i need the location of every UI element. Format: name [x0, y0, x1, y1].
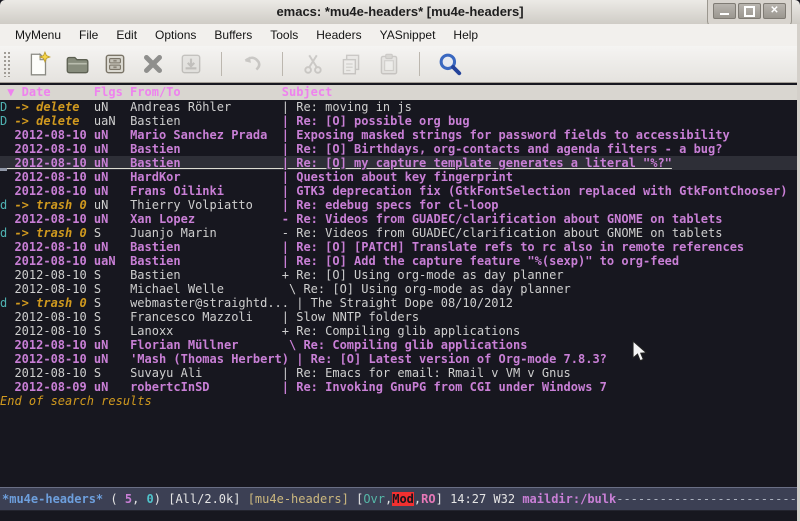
message-row[interactable]: D -> delete uaN Bastien | Re: [O] possib… — [0, 114, 797, 128]
toolbar-drag-handle[interactable] — [3, 51, 11, 77]
mu4e-headers-buffer: ▼ Date Flgs From/To Subject D -> delete … — [0, 83, 797, 487]
message-row[interactable]: 2012-08-10 S Francesco Mazzoli | Slow NN… — [0, 310, 797, 324]
title-bar[interactable]: emacs: *mu4e-headers* [mu4e-headers] ✕ — [0, 0, 800, 25]
message-row[interactable]: 2012-08-09 uN robertcInSD | Re: Invoking… — [0, 380, 797, 394]
mode-line[interactable]: *mu4e-headers* ( 5, 0) [All/2.0k] [mu4e-… — [0, 487, 797, 511]
toolbar-separator — [419, 52, 420, 76]
message-row[interactable]: D -> delete uN Andreas Röhler | Re: movi… — [0, 100, 797, 114]
emacs-window: emacs: *mu4e-headers* [mu4e-headers] ✕ M… — [0, 0, 800, 521]
mouse-cursor — [632, 340, 648, 364]
undo-button[interactable] — [238, 50, 266, 78]
cut-icon — [300, 51, 326, 77]
menu-item-edit[interactable]: Edit — [107, 25, 146, 45]
message-row[interactable]: 2012-08-10 S Michael Welle \ Re: [O] Usi… — [0, 282, 797, 296]
menu-item-mymenu[interactable]: MyMenu — [6, 25, 70, 45]
open-folder-button[interactable] — [63, 50, 91, 78]
message-row[interactable]: 2012-08-10 uN Frans Oilinki | GTK3 depre… — [0, 184, 797, 198]
toolbar — [0, 46, 800, 83]
message-row[interactable]: 2012-08-10 uN 'Mash (Thomas Herbert) | R… — [0, 352, 797, 366]
end-of-results-text: End of search results — [0, 394, 797, 408]
message-row[interactable]: d -> trash 0 uN Thierry Volpiatto | Re: … — [0, 198, 797, 212]
window-buttons: ✕ — [707, 0, 792, 27]
paste-icon — [376, 51, 402, 77]
copy-button[interactable] — [337, 50, 365, 78]
message-row[interactable]: 2012-08-10 uN Xan Lopez - Re: Videos fro… — [0, 212, 797, 226]
toolbar-separator — [221, 52, 222, 76]
close-button[interactable]: ✕ — [763, 3, 786, 19]
close-buffer-button[interactable] — [139, 50, 167, 78]
menu-item-file[interactable]: File — [70, 25, 107, 45]
new-file-button[interactable] — [25, 50, 53, 78]
paste-button[interactable] — [375, 50, 403, 78]
message-row[interactable]: 2012-08-10 uN HardKor | Question about k… — [0, 170, 797, 184]
menu-bar: MyMenuFileEditOptionsBuffersToolsHeaders… — [0, 24, 800, 46]
minibuffer[interactable] — [0, 511, 797, 521]
message-row[interactable]: d -> trash 0 S webmaster@straightd... | … — [0, 296, 797, 310]
minimize-icon — [720, 13, 729, 15]
menu-item-yasnippet[interactable]: YASnippet — [371, 25, 445, 45]
message-row-current[interactable]: 2012-08-10 uN Bastien | Re: [O] my captu… — [0, 156, 797, 170]
menu-item-tools[interactable]: Tools — [261, 25, 307, 45]
menu-item-help[interactable]: Help — [444, 25, 487, 45]
search-icon — [437, 51, 463, 77]
cut-button[interactable] — [299, 50, 327, 78]
save-icon — [102, 51, 128, 77]
message-row[interactable]: 2012-08-10 uN Bastien | Re: [O] Birthday… — [0, 142, 797, 156]
message-row[interactable]: 2012-08-10 S Suvayu Ali | Re: Emacs for … — [0, 366, 797, 380]
maximize-button[interactable] — [738, 3, 761, 19]
open-folder-icon — [64, 51, 90, 77]
fringe-current-line-marker — [0, 168, 7, 171]
menu-item-options[interactable]: Options — [146, 25, 205, 45]
message-row[interactable]: 2012-08-10 S Lanoxx + Re: Compiling glib… — [0, 324, 797, 338]
save-button[interactable] — [101, 50, 129, 78]
window-title: emacs: *mu4e-headers* [mu4e-headers] — [0, 4, 800, 19]
message-row[interactable]: 2012-08-10 uN Bastien | Re: [O] [PATCH] … — [0, 240, 797, 254]
save-as-icon — [178, 51, 204, 77]
message-row[interactable]: d -> trash 0 S Juanjo Marin - Re: Videos… — [0, 226, 797, 240]
message-row[interactable]: 2012-08-10 S Bastien + Re: [O] Using org… — [0, 268, 797, 282]
menu-item-buffers[interactable]: Buffers — [205, 25, 261, 45]
column-header-line[interactable]: ▼ Date Flgs From/To Subject — [0, 85, 797, 100]
new-file-icon — [26, 51, 52, 77]
message-row[interactable]: 2012-08-10 uN Mario Sanchez Prada | Expo… — [0, 128, 797, 142]
save-as-button[interactable] — [177, 50, 205, 78]
message-row[interactable]: 2012-08-10 uaN Bastien | Re: [O] Add the… — [0, 254, 797, 268]
maximize-icon — [744, 6, 755, 17]
message-row[interactable]: 2012-08-10 uN Florian Müllner \ Re: Comp… — [0, 338, 797, 352]
search-button[interactable] — [436, 50, 464, 78]
minimize-button[interactable] — [713, 3, 736, 19]
copy-icon — [338, 51, 364, 77]
menu-item-headers[interactable]: Headers — [307, 25, 370, 45]
message-list: D -> delete uN Andreas Röhler | Re: movi… — [0, 100, 797, 394]
close-buffer-icon — [140, 51, 166, 77]
undo-icon — [239, 51, 265, 77]
toolbar-separator — [282, 52, 283, 76]
close-icon: ✕ — [770, 6, 778, 16]
